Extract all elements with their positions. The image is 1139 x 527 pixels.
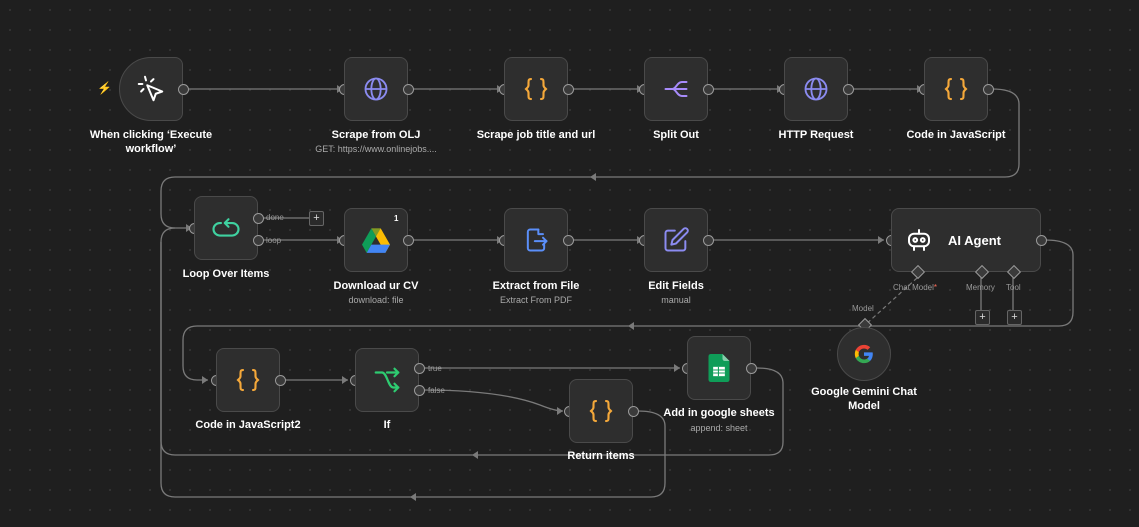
http-request-label: HTTP Request [778, 129, 854, 141]
code-braces-icon [236, 368, 260, 392]
if-label: If [383, 419, 391, 431]
pencil-edit-icon [664, 227, 689, 252]
lightning-icon: ⚡ [97, 81, 112, 95]
cursor-click-icon [137, 75, 164, 102]
scrape-olj-label: Scrape from OLJ [331, 129, 421, 141]
return-items-node[interactable] [569, 379, 633, 443]
http-request-output-port[interactable] [843, 84, 854, 95]
split-out-node[interactable] [644, 57, 708, 121]
loop-done-label: done [266, 213, 284, 222]
sheets-output-port[interactable] [746, 363, 757, 374]
trigger-output-port[interactable] [178, 84, 189, 95]
split-out-output-port[interactable] [703, 84, 714, 95]
scrape-olj-output-port[interactable] [403, 84, 414, 95]
ai-agent-output-port[interactable] [1036, 235, 1047, 246]
code-braces-icon [944, 77, 968, 101]
globe-icon [364, 77, 388, 101]
extract-file-node[interactable] [504, 208, 568, 272]
loop-label: Loop Over Items [182, 268, 270, 280]
scrape-title-label: Scrape job title and url [476, 129, 596, 141]
code-braces-icon [589, 399, 613, 423]
gemini-node[interactable] [837, 327, 891, 381]
if-true-port[interactable] [414, 363, 425, 374]
chat-model-port-text: Chat Model [893, 283, 934, 292]
loop-node[interactable] [194, 196, 258, 260]
file-export-icon [526, 228, 548, 252]
tool-port-label: Tool [1006, 283, 1021, 292]
code-js-node[interactable] [924, 57, 988, 121]
extract-file-output-port[interactable] [563, 235, 574, 246]
edit-fields-label: Edit Fields [648, 280, 704, 292]
download-cv-label: Download ur CV [333, 280, 419, 292]
code-js2-node[interactable] [216, 348, 280, 412]
code-js2-output-port[interactable] [275, 375, 286, 386]
ai-agent-node[interactable]: AI Agent [891, 208, 1041, 272]
gemini-label: Google Gemini Chat Model [811, 386, 917, 412]
sheets-label: Add in google sheets [663, 407, 775, 419]
trigger-label: When clicking ‘Execute workflow’ [89, 129, 213, 155]
download-cv-subtitle: download: file [348, 295, 404, 305]
return-items-label: Return items [567, 450, 635, 462]
loop-loop-port[interactable] [253, 235, 264, 246]
code-js2-label: Code in JavaScript2 [195, 419, 301, 431]
google-sheets-icon [708, 354, 730, 382]
gemini-model-port-label: Model [852, 304, 874, 313]
return-items-output-port[interactable] [628, 406, 639, 417]
memory-port-label: Memory [966, 283, 995, 292]
branch-icon [374, 367, 400, 393]
if-false-label: false [428, 386, 445, 395]
code-js-label: Code in JavaScript [906, 129, 1006, 141]
code-braces-icon [524, 77, 548, 101]
loop-done-port[interactable] [253, 213, 264, 224]
if-false-port[interactable] [414, 385, 425, 396]
scrape-olj-node[interactable] [344, 57, 408, 121]
loop-done-add-button[interactable]: + [309, 211, 324, 226]
if-node[interactable] [355, 348, 419, 412]
scrape-olj-subtitle: GET: https://www.onlinejobs.... [315, 144, 437, 154]
tool-add-button[interactable]: + [1007, 310, 1022, 325]
google-g-icon [854, 344, 873, 364]
chat-model-port-label: Chat Model* [893, 283, 937, 292]
http-request-node[interactable] [784, 57, 848, 121]
sheets-node[interactable] [687, 336, 751, 400]
code-js-output-port[interactable] [983, 84, 994, 95]
ai-agent-label: AI Agent [948, 232, 1001, 248]
if-true-label: true [428, 364, 442, 373]
edit-fields-output-port[interactable] [703, 235, 714, 246]
robot-icon [908, 229, 930, 251]
edit-fields-subtitle: manual [661, 295, 691, 305]
download-cv-badge: 1 [394, 214, 399, 223]
trigger-node[interactable] [119, 57, 183, 121]
scrape-title-output-port[interactable] [563, 84, 574, 95]
extract-file-subtitle: Extract From PDF [499, 295, 572, 305]
split-icon [664, 81, 688, 97]
extract-file-label: Extract from File [492, 280, 580, 292]
sheets-subtitle: append: sheet [690, 423, 748, 433]
globe-icon [804, 77, 828, 101]
split-out-label: Split Out [653, 129, 699, 141]
loop-loop-label: loop [266, 236, 282, 245]
download-cv-output-port[interactable] [403, 235, 414, 246]
edit-fields-node[interactable] [644, 208, 708, 272]
scrape-title-node[interactable] [504, 57, 568, 121]
required-marker: * [933, 283, 938, 292]
loop-icon [212, 218, 240, 237]
memory-add-button[interactable]: + [975, 310, 990, 325]
google-drive-icon [362, 228, 390, 253]
